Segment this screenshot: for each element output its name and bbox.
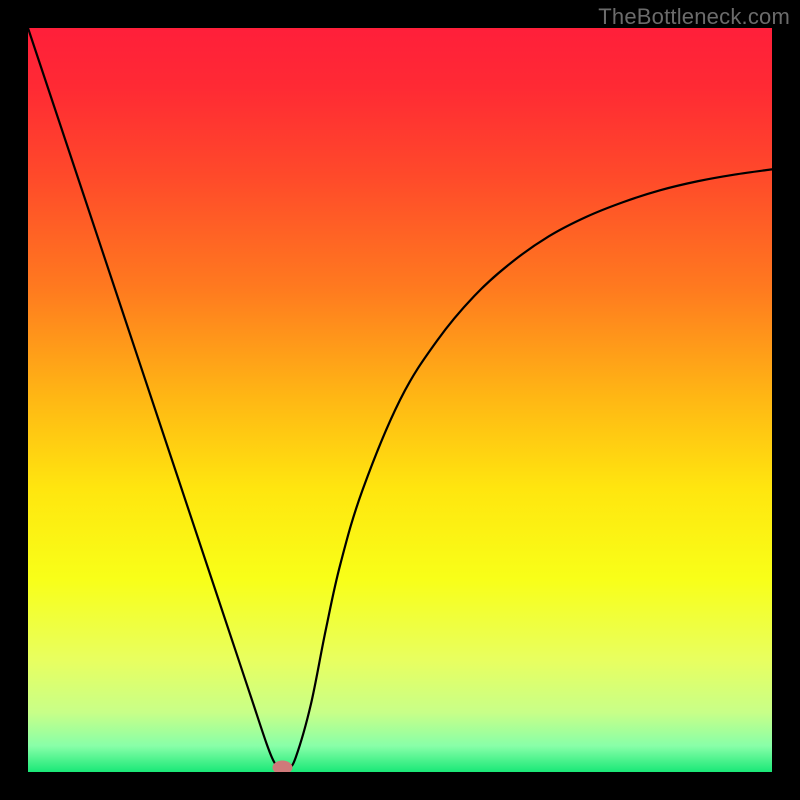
watermark-text: TheBottleneck.com xyxy=(598,4,790,30)
bottleneck-chart xyxy=(28,28,772,772)
chart-frame xyxy=(28,28,772,772)
